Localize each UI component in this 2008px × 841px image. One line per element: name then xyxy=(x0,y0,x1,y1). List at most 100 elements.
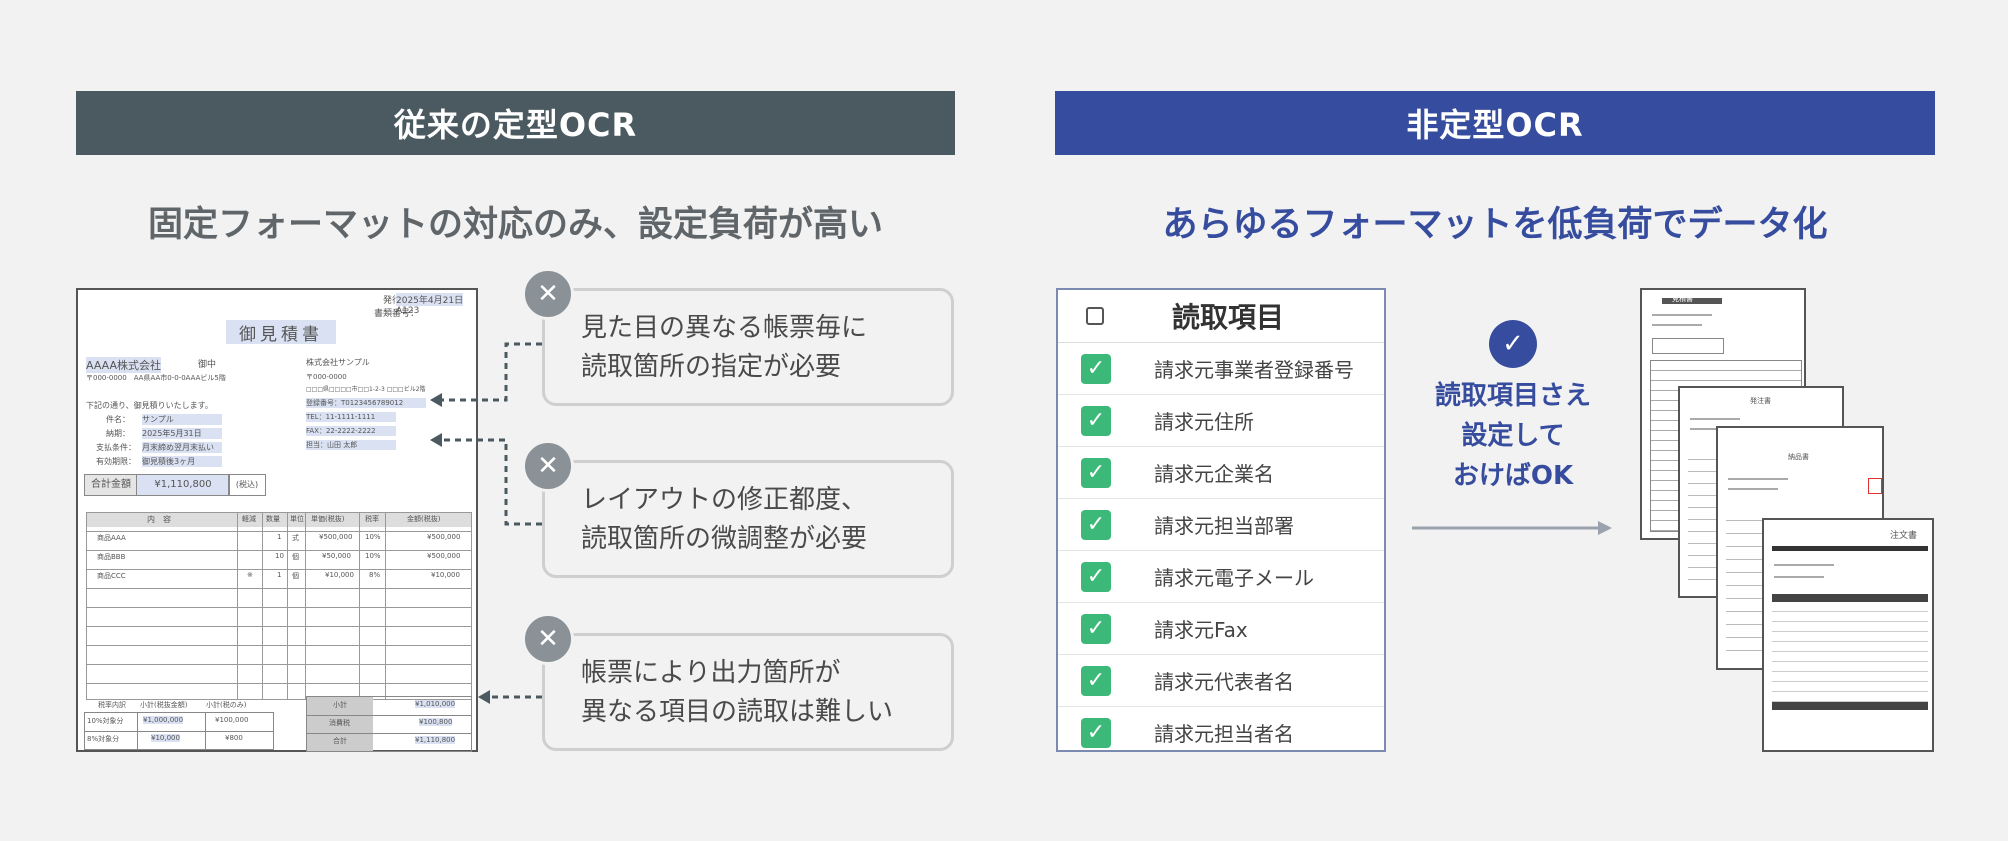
doc-no: A123 xyxy=(396,306,420,316)
row3-price: ¥10,000 xyxy=(325,571,354,579)
company-address: □□□県□□□□市□□1-2-3 □□□ビル2階 xyxy=(306,386,426,393)
list-item[interactable]: ✓ 請求元担当部署 xyxy=(1058,499,1384,551)
checkbox-checked-icon[interactable]: ✓ xyxy=(1081,509,1111,540)
sheet1-title: 見積書 xyxy=(1672,295,1693,303)
row2-tax: 10% xyxy=(365,552,381,560)
customer-name: AAAA株式会社 xyxy=(86,357,162,373)
checkbox-checked-icon[interactable]: ✓ xyxy=(1081,717,1111,748)
list-item-label: 請求元担当者名 xyxy=(1154,722,1294,746)
list-item[interactable]: ✓ 請求元企業名 xyxy=(1058,447,1384,499)
tax10-label: 10%対象分 xyxy=(87,717,124,725)
item-label-expiry: 有効期限： xyxy=(96,457,136,466)
checkbox-checked-icon[interactable]: ✓ xyxy=(1081,613,1111,644)
sum-total-value: ¥1,110,800 xyxy=(415,736,456,744)
tax10-subtotal: ¥1,000,000 xyxy=(143,716,184,724)
list-item[interactable]: ✓ 請求元担当者名 xyxy=(1058,707,1384,750)
tax-header-rate: 税率内訳 xyxy=(98,701,126,709)
list-item[interactable]: ✓ 請求元Fax xyxy=(1058,603,1384,655)
company-person: 担当：山田 太郎 xyxy=(306,440,396,450)
check-circle-icon: ✓ xyxy=(1489,320,1537,368)
item-label-subject: 件名： xyxy=(106,415,130,424)
tax8-label: 8%対象分 xyxy=(87,735,120,743)
row1-qty: 1 xyxy=(277,533,282,541)
sheet2-title: 発注書 xyxy=(1750,397,1771,405)
center-message-line2: 設定して xyxy=(1461,421,1565,451)
item-value-delivery: 2025年5月31日 xyxy=(142,428,222,439)
th-unit: 単位 xyxy=(290,515,304,523)
company-name: 株式会社サンプル xyxy=(306,358,370,367)
callout-1-line2: 読取箇所の指定が必要 xyxy=(581,352,842,382)
center-message-line3: おけばOK xyxy=(1452,461,1574,491)
row1-unit: 式 xyxy=(292,534,299,542)
item-value-subject: サンプル xyxy=(142,414,222,425)
left-header: 従来の定型OCR xyxy=(76,91,955,155)
list-item[interactable]: ✓ 請求元代表者名 xyxy=(1058,655,1384,707)
list-item-label: 請求元Fax xyxy=(1154,618,1248,642)
issue-date: 2025年4月21日 xyxy=(396,293,464,306)
select-all-checkbox[interactable] xyxy=(1086,307,1104,325)
item-label-delivery: 納期： xyxy=(106,429,130,438)
row3-qty: 1 xyxy=(277,571,282,579)
callout-2: レイアウトの修正都度、 読取箇所の微調整が必要 xyxy=(542,460,954,578)
company-reg-no: 登録番号：T0123456789012 xyxy=(306,398,426,408)
tax8-subtotal: ¥10,000 xyxy=(151,734,180,742)
th-tax: 税率 xyxy=(365,515,379,523)
center-message-line1: 読取項目さえ xyxy=(1434,381,1591,411)
sum-tax-value: ¥100,800 xyxy=(419,718,453,726)
company-postal: 〒000-0000 xyxy=(306,373,347,381)
sum-total-label: 合計 xyxy=(333,737,347,745)
right-subtitle: あらゆるフォーマットを低負荷でデータ化 xyxy=(1162,205,1828,245)
list-item-label: 請求元担当部署 xyxy=(1154,514,1294,538)
list-item-label: 請求元代表者名 xyxy=(1154,670,1294,694)
tax-header-subtotal: 小計(税抜金額) xyxy=(140,701,188,709)
left-subtitle: 固定フォーマットの対応のみ、設定負荷が高い xyxy=(147,205,883,245)
customer-address: 〒000-0000 AA県AA市0-0-0AAAビル5階 xyxy=(86,374,226,382)
total-value: ¥1,110,800 xyxy=(136,474,230,496)
row3-unit: 個 xyxy=(292,572,299,580)
checkbox-checked-icon[interactable]: ✓ xyxy=(1081,561,1111,592)
tax-breakdown-table: 10%対象分 ¥1,000,000 ¥100,000 8%対象分 ¥10,000… xyxy=(84,712,274,750)
th-qty: 数量 xyxy=(266,515,280,523)
row2-item: 商品BBB xyxy=(97,553,126,561)
x-icon: ✕ xyxy=(522,440,574,492)
row3-item: 商品CCC xyxy=(97,572,126,580)
th-price: 単価(税抜) xyxy=(311,515,345,523)
checkbox-checked-icon[interactable]: ✓ xyxy=(1081,405,1111,436)
read-items-list: 読取項目 ✓ 請求元事業者登録番号 ✓ 請求元住所 ✓ 請求元企業名 ✓ 請求元担当部署… xyxy=(1056,288,1386,752)
items-table: 内 容 軽減 数量 単位 単価(税抜) 税率 金額(税抜) 商品AAA 1 式 … xyxy=(86,512,472,700)
item-value-expiry: 御見積後3ヶ月 xyxy=(142,456,222,467)
th-content: 内 容 xyxy=(147,515,171,524)
th-reduced: 軽減 xyxy=(242,515,256,523)
list-item[interactable]: ✓ 請求元電子メール xyxy=(1058,551,1384,603)
item-value-payment: 月末締め翌月末払い xyxy=(142,442,222,453)
list-item-label: 請求元企業名 xyxy=(1154,462,1274,486)
row1-item: 商品AAA xyxy=(97,534,126,542)
sum-tax-label: 消費税 xyxy=(329,719,350,727)
arrow-right-icon xyxy=(1412,521,1612,535)
list-item[interactable]: ✓ 請求元住所 xyxy=(1058,395,1384,447)
x-icon: ✕ xyxy=(522,613,574,665)
callout-2-line1: レイアウトの修正都度、 xyxy=(581,485,868,515)
item-label-payment: 支払条件： xyxy=(96,443,136,452)
tax-header-taxonly: 小計(税のみ) xyxy=(206,701,247,709)
sum-subtotal-label: 小計 xyxy=(333,701,347,709)
right-header: 非定型OCR xyxy=(1055,91,1935,155)
read-items-title: 読取項目 xyxy=(1172,301,1285,334)
row2-qty: 10 xyxy=(275,552,284,560)
checkbox-checked-icon[interactable]: ✓ xyxy=(1081,457,1111,488)
tax8-tax: ¥800 xyxy=(225,734,243,742)
company-fax: FAX：22-2222-2222 xyxy=(306,426,396,436)
row2-price: ¥50,000 xyxy=(322,552,351,560)
row1-price: ¥500,000 xyxy=(319,533,353,541)
checkbox-checked-icon[interactable]: ✓ xyxy=(1081,353,1111,384)
total-note: (税込) xyxy=(228,474,266,496)
document-thumbnail-purchase-order: 注文書 xyxy=(1762,518,1934,752)
callout-3-line2: 異なる項目の読取は難しい xyxy=(581,697,894,727)
callout-3-line1: 帳票により出力箇所が xyxy=(581,658,841,688)
checkbox-checked-icon[interactable]: ✓ xyxy=(1081,665,1111,696)
row1-tax: 10% xyxy=(365,533,381,541)
list-item[interactable]: ✓ 請求元事業者登録番号 xyxy=(1058,343,1384,395)
x-icon: ✕ xyxy=(522,268,574,320)
estimate-document: 発行日： 2025年4月21日 書類番号： A123 御見積書 AAAA株式会社… xyxy=(76,288,478,752)
sheet4-title: 注文書 xyxy=(1890,531,1918,541)
